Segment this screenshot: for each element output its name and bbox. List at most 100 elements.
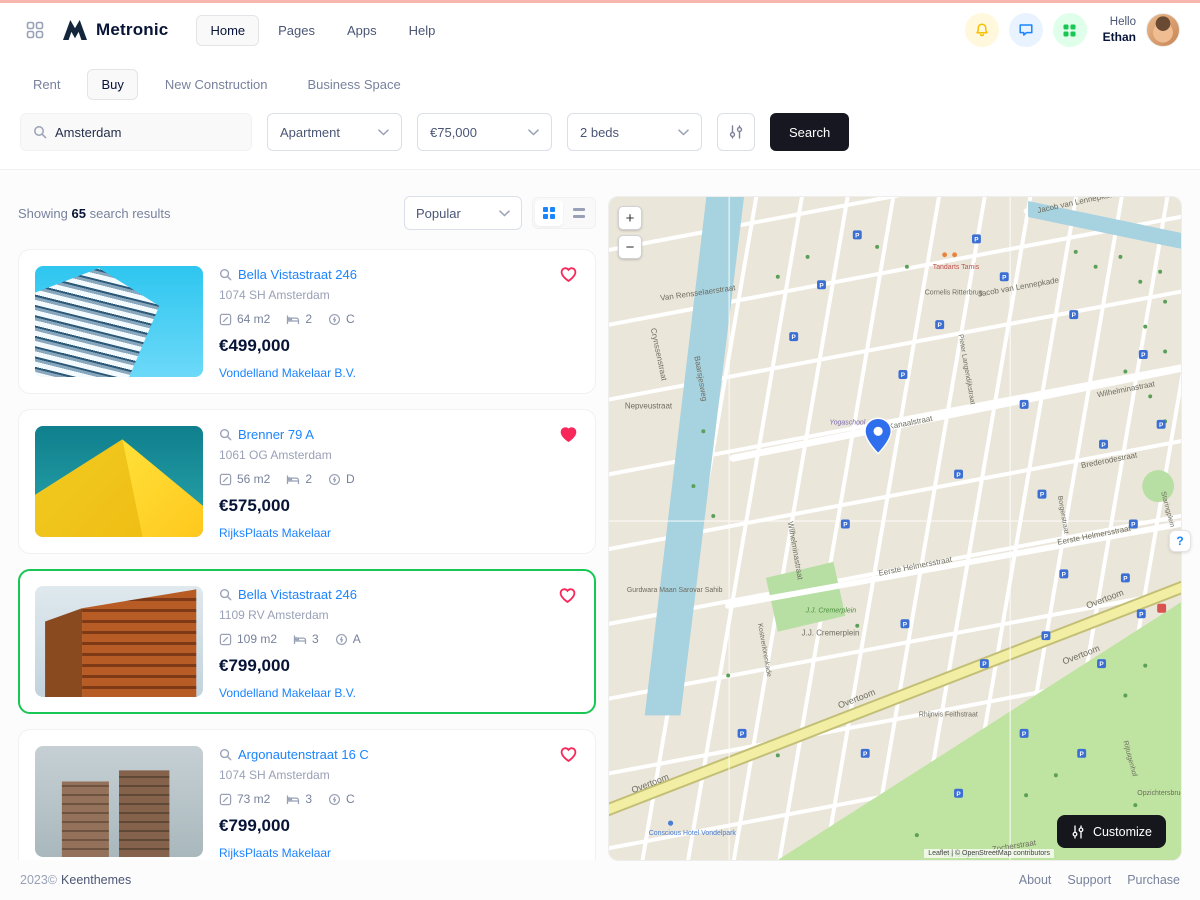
zoom-out-button[interactable]: − [618, 235, 642, 259]
property-type-select[interactable]: Apartment [267, 113, 402, 151]
svg-text:P: P [1141, 352, 1146, 359]
listing-specs: 73 m2 3 C [219, 792, 369, 806]
listing-card[interactable]: Bella Vistastraat 246 1074 SH Amsterdam … [18, 249, 596, 394]
zoom-in-button[interactable]: + [618, 206, 642, 230]
energy-label-icon [328, 313, 341, 326]
area-icon [219, 313, 232, 326]
listing-title[interactable]: Bella Vistastraat 246 [238, 267, 357, 282]
list-view-button[interactable] [565, 200, 593, 226]
listing-body: Argonautenstraat 16 C 1074 SH Amsterdam … [219, 746, 369, 857]
tab-new-construction[interactable]: New Construction [152, 70, 281, 99]
heart-icon [560, 426, 577, 442]
listing-agency-link[interactable]: RijksPlaats Makelaar [219, 846, 369, 860]
listing-specs: 109 m2 3 A [219, 632, 361, 646]
main-content: Showing 65 search results Popular [0, 170, 1200, 860]
search-icon [219, 268, 232, 281]
keenthemes-link[interactable]: Keenthemes [61, 873, 131, 887]
favorite-button[interactable] [558, 744, 579, 767]
favorite-button[interactable] [558, 264, 579, 287]
grid-icon [1062, 23, 1077, 38]
results-toolbar: Popular [404, 196, 596, 230]
list-view-icon [572, 206, 586, 220]
favorite-button[interactable] [558, 424, 579, 447]
svg-text:P: P [901, 372, 906, 379]
sort-select[interactable]: Popular [404, 196, 522, 230]
svg-text:P: P [1159, 422, 1164, 429]
chat-icon [1018, 22, 1034, 38]
bell-icon [974, 22, 990, 38]
footer-link-support[interactable]: Support [1067, 873, 1111, 887]
search-button[interactable]: Search [770, 113, 849, 151]
listing-price: €499,000 [219, 336, 357, 356]
apps-button[interactable] [1053, 13, 1087, 47]
map-help-button[interactable]: ? [1169, 530, 1191, 552]
footer-link-about[interactable]: About [1019, 873, 1052, 887]
tab-business-space[interactable]: Business Space [294, 70, 413, 99]
svg-text:P: P [956, 472, 961, 479]
header: Metronic Home Pages Apps Help Hello Etha… [0, 3, 1200, 57]
svg-text:P: P [1072, 312, 1077, 319]
spec-beds: 2 [286, 472, 312, 486]
customize-button[interactable]: Customize [1057, 815, 1166, 848]
spec-area: 64 m2 [219, 312, 270, 326]
listing-agency-link[interactable]: RijksPlaats Makelaar [219, 526, 355, 540]
results-header: Showing 65 search results Popular [18, 196, 596, 230]
tab-rent[interactable]: Rent [20, 70, 73, 99]
nav-item-help[interactable]: Help [396, 16, 449, 45]
listing-price: €799,000 [219, 656, 361, 676]
grid-view-button[interactable] [535, 200, 563, 226]
listings: Bella Vistastraat 246 1074 SH Amsterdam … [18, 249, 596, 860]
svg-text:P: P [974, 236, 979, 243]
listing-title[interactable]: Argonautenstraat 16 C [238, 747, 369, 762]
footer-link-purchase[interactable]: Purchase [1127, 873, 1180, 887]
svg-text:P: P [1062, 571, 1067, 578]
logo[interactable]: Metronic [62, 19, 168, 41]
listing-agency-link[interactable]: Vondelland Makelaar B.V. [219, 366, 357, 380]
app-launcher-button[interactable] [20, 15, 50, 45]
energy-label-icon [328, 793, 341, 806]
nav-item-apps[interactable]: Apps [334, 16, 390, 45]
area-icon [219, 633, 232, 646]
search-icon [219, 748, 232, 761]
svg-text:P: P [938, 322, 943, 329]
notifications-button[interactable] [965, 13, 999, 47]
svg-text:P: P [1099, 661, 1104, 668]
nav-item-home[interactable]: Home [196, 15, 259, 46]
chevron-down-icon [499, 210, 510, 217]
svg-text:P: P [1044, 633, 1049, 640]
spec-area: 56 m2 [219, 472, 270, 486]
customize-label: Customize [1093, 825, 1152, 839]
listing-card[interactable]: Brenner 79 A 1061 OG Amsterdam 56 m2 2 D… [18, 409, 596, 554]
listing-card[interactable]: Argonautenstraat 16 C 1074 SH Amsterdam … [18, 729, 596, 860]
chat-button[interactable] [1009, 13, 1043, 47]
svg-text:Rhijnvis Feithstraat: Rhijnvis Feithstraat [919, 711, 978, 718]
svg-text:Nepveustraat: Nepveustraat [625, 401, 673, 410]
listing-card[interactable]: Bella Vistastraat 246 1109 RV Amsterdam … [18, 569, 596, 714]
copyright: 2023©Keenthemes [20, 873, 131, 887]
svg-text:Cornelis Ritterbrug: Cornelis Ritterbrug [925, 290, 983, 297]
avatar[interactable] [1146, 13, 1180, 47]
listing-title[interactable]: Brenner 79 A [238, 427, 314, 442]
listing-image [35, 426, 203, 537]
svg-text:P: P [1022, 402, 1027, 409]
price-select[interactable]: €75,000 [417, 113, 552, 151]
listing-agency-link[interactable]: Vondelland Makelaar B.V. [219, 686, 361, 700]
metronic-logo-icon [62, 19, 88, 41]
location-search-input[interactable]: Amsterdam [20, 113, 252, 151]
spec-beds: 3 [293, 632, 319, 646]
advanced-filters-button[interactable] [717, 113, 755, 151]
spec-energy: C [328, 792, 355, 806]
showing-prefix: Showing [18, 206, 68, 221]
chevron-down-icon [528, 129, 539, 136]
results-count-text: Showing 65 search results [18, 206, 171, 221]
listing-image [35, 586, 203, 697]
map-canvas[interactable]: PPPPPPPPPPPPPPPPPPPPPPPPPPPP Jacob van L… [608, 196, 1182, 861]
tab-buy[interactable]: Buy [87, 69, 137, 100]
nav-item-pages[interactable]: Pages [265, 16, 328, 45]
favorite-button[interactable] [557, 585, 578, 608]
beds-select[interactable]: 2 beds [567, 113, 702, 151]
svg-text:P: P [1123, 575, 1128, 582]
listing-title[interactable]: Bella Vistastraat 246 [238, 587, 357, 602]
svg-text:J.J. Cremerplein: J.J. Cremerplein [802, 629, 860, 638]
map[interactable]: PPPPPPPPPPPPPPPPPPPPPPPPPPPP Jacob van L… [608, 196, 1182, 861]
